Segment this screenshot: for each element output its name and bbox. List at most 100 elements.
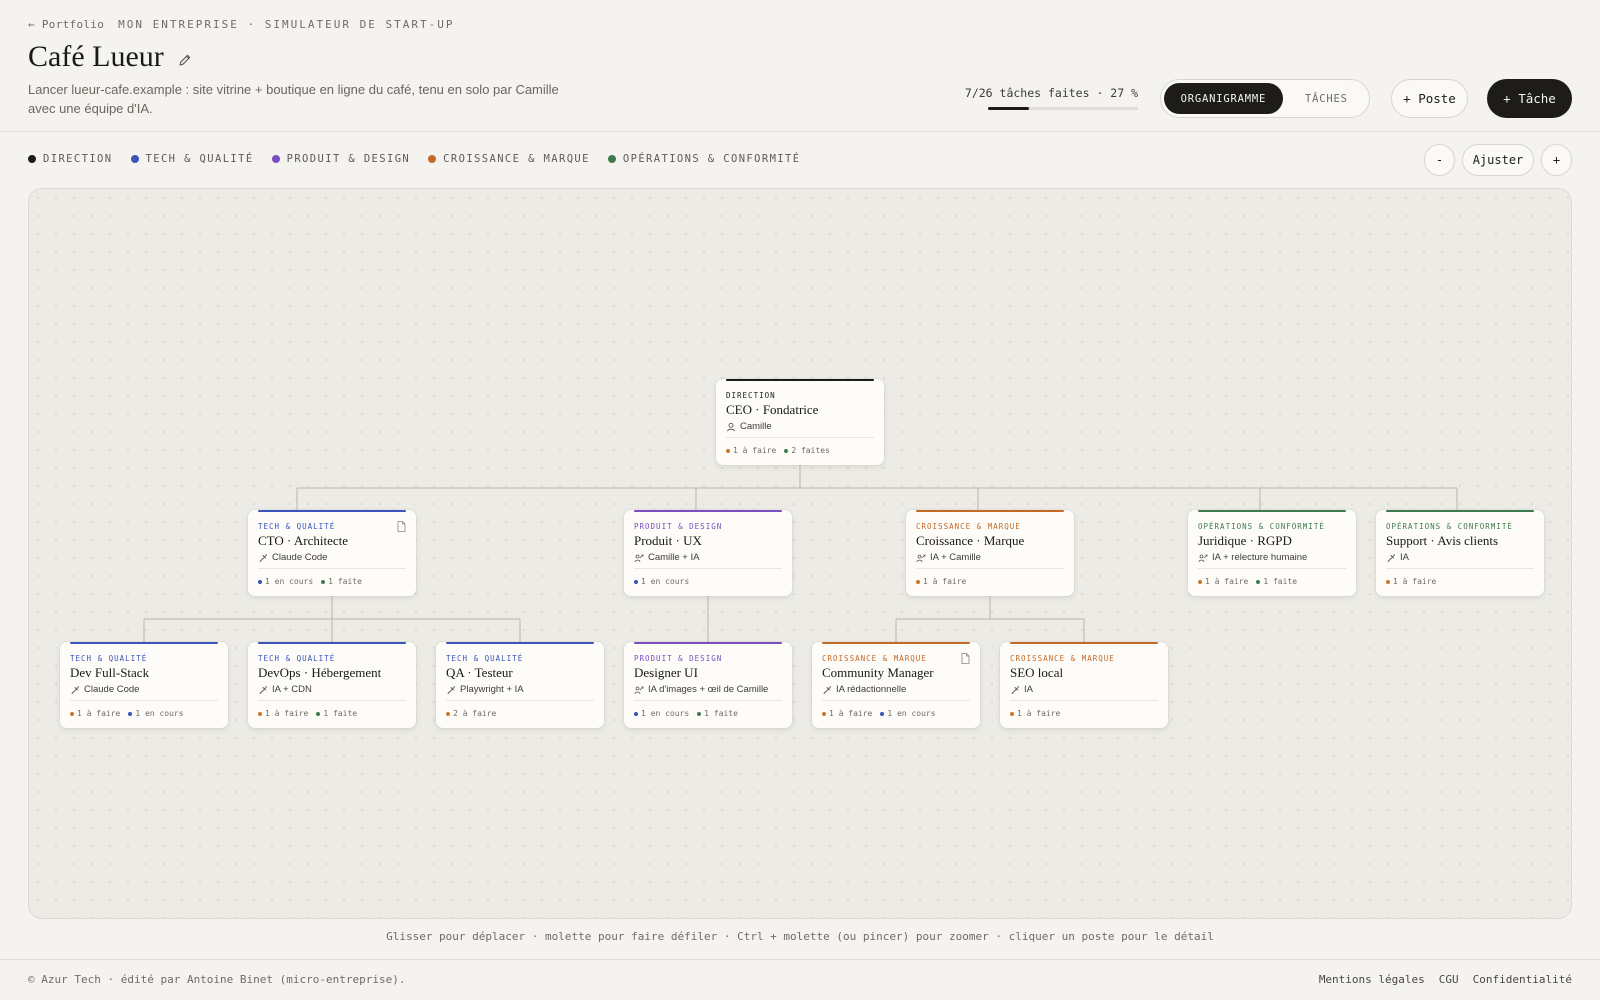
tab-taches[interactable]: TÂCHES [1287, 83, 1366, 114]
task-stat-in-progress: 1 en cours [128, 709, 184, 718]
legal-notice-link[interactable]: Mentions légales [1319, 973, 1425, 986]
add-role-button[interactable]: + Poste [1391, 79, 1468, 118]
card-department: OPÉRATIONS & CONFORMITÉ [1386, 522, 1513, 531]
card-assignee-label: IA + relecture humaine [1212, 552, 1308, 563]
footer-divider [0, 959, 1600, 960]
task-stat-todo: 1 à faire [1386, 577, 1436, 586]
status-dot [70, 711, 74, 716]
task-stat-in-progress: 1 en cours [634, 577, 689, 586]
zoom-fit-button[interactable]: Ajuster [1462, 144, 1534, 176]
task-stat-in-progress: 1 en cours [634, 709, 689, 718]
card-assignee-label: IA [1400, 552, 1409, 563]
card-accent-bar [1386, 510, 1534, 512]
add-task-button[interactable]: + Tâche [1487, 79, 1572, 118]
task-stat-in-progress: 1 en cours [880, 709, 936, 718]
status-dot [128, 711, 133, 716]
card-assignee-label: IA rédactionnelle [836, 684, 907, 695]
status-dot [258, 711, 262, 716]
card-accent-bar [70, 642, 218, 644]
card-accent-bar [1010, 642, 1158, 644]
task-stat-done: 1 faite [321, 577, 362, 586]
card-department: OPÉRATIONS & CONFORMITÉ [1198, 522, 1325, 531]
card-task-stats: 1 à faire [916, 577, 966, 586]
card-department: DIRECTION [726, 391, 776, 400]
card-task-stats: 1 à faire 1 en cours [822, 709, 936, 718]
tab-organigramme[interactable]: ORGANIGRAMME [1164, 83, 1283, 114]
org-card-cto[interactable]: TECH & QUALITÉ CTO · Architecte Claude Cod… [248, 510, 416, 596]
org-card-produit[interactable]: PRODUIT & DESIGN Produit · UX Camille + IA… [624, 510, 792, 596]
org-card-support[interactable]: OPÉRATIONS & CONFORMITÉ Support · Avis cl… [1376, 510, 1544, 596]
card-assignee-label: IA d'images + œil de Camille [648, 684, 769, 695]
legend-dot [428, 155, 437, 163]
document-icon [961, 651, 970, 664]
card-role-title: Designer UI [634, 665, 698, 680]
privacy-link[interactable]: Confidentialité [1473, 973, 1572, 986]
org-card-seo[interactable]: CROISSANCE & MARQUE SEO local IA 1 à faire [1000, 642, 1168, 728]
progress-bar [988, 107, 1138, 110]
people-icon [634, 685, 644, 695]
status-dot [1386, 579, 1390, 584]
card-assignee: Camille [726, 421, 772, 432]
status-dot [822, 711, 826, 716]
status-dot [1256, 579, 1261, 584]
legend-item-produit: PRODUIT & DESIGN [271, 153, 411, 165]
back-to-portfolio-link[interactable]: ← Portfolio [28, 18, 104, 31]
card-divider [634, 700, 782, 701]
card-accent-bar [258, 510, 406, 512]
card-accent-bar [258, 642, 406, 644]
terms-link[interactable]: CGU [1439, 973, 1459, 986]
zoom-out-button[interactable]: - [1424, 144, 1455, 176]
card-department: TECH & QUALITÉ [258, 654, 336, 663]
task-stat-in-progress: 1 en cours [258, 577, 313, 586]
card-accent-bar [446, 642, 594, 644]
card-task-stats: 1 en cours 1 faite [258, 577, 362, 586]
progress-label: 7/26 tâches faites · 27 % [964, 86, 1138, 100]
robot-icon [258, 553, 268, 563]
card-assignee-label: Playwright + IA [460, 684, 524, 695]
canvas-hint: Glisser pour déplacer · molette pour fai… [386, 930, 1214, 943]
card-assignee: IA + relecture humaine [1198, 552, 1307, 563]
org-card-qa[interactable]: TECH & QUALITÉ QA · Testeur Playwright + I… [436, 642, 604, 728]
org-chart-canvas[interactable]: DIRECTION CEO · Fondatrice Camille 1 à fair… [28, 188, 1572, 919]
org-card-ceo[interactable]: DIRECTION CEO · Fondatrice Camille 1 à fair… [716, 379, 884, 465]
card-role-title: Produit · UX [634, 533, 702, 548]
status-dot [1198, 579, 1202, 584]
legend-item-direction: DIRECTION [28, 153, 113, 165]
card-divider [258, 568, 406, 569]
card-task-stats: 1 en cours 1 faite [634, 709, 738, 718]
card-assignee: Playwright + IA [446, 684, 524, 695]
org-card-dev-full-stack[interactable]: TECH & QUALITÉ Dev Full-Stack Claude Code 1… [60, 642, 228, 728]
legend-item-croissance: CROISSANCE & MARQUE [428, 153, 590, 165]
org-card-designer[interactable]: PRODUIT & DESIGN Designer UI IA d'images +… [624, 642, 792, 728]
card-department: TECH & QUALITÉ [258, 522, 336, 531]
org-card-community-manager[interactable]: CROISSANCE & MARQUE Community Manager IA r… [812, 642, 980, 728]
card-accent-bar [1198, 510, 1346, 512]
card-role-title: Support · Avis clients [1386, 533, 1499, 548]
card-role-title: SEO local [1010, 665, 1064, 680]
legend-dot [28, 155, 36, 163]
zoom-in-button[interactable]: + [1541, 144, 1572, 176]
card-department: CROISSANCE & MARQUE [916, 522, 1021, 531]
status-dot [316, 711, 321, 716]
robot-icon [1010, 685, 1020, 695]
org-card-juridique[interactable]: OPÉRATIONS & CONFORMITÉ Juridique · RGPD I… [1188, 510, 1356, 596]
card-role-title: DevOps · Hébergement [258, 665, 382, 680]
card-assignee-label: Camille + IA [648, 552, 700, 563]
footer-copyright: © Azur Tech · édité par Antoine Binet (m… [28, 973, 406, 986]
card-department: TECH & QUALITÉ [446, 654, 524, 663]
card-accent-bar [726, 379, 874, 381]
card-divider [634, 568, 782, 569]
card-assignee-label: Camille [740, 421, 772, 432]
org-card-croissance[interactable]: CROISSANCE & MARQUE Croissance · Marque IA… [906, 510, 1074, 596]
org-card-devops[interactable]: TECH & QUALITÉ DevOps · Hébergement IA + C… [248, 642, 416, 728]
pencil-icon[interactable] [176, 51, 194, 69]
robot-icon [258, 685, 268, 695]
robot-icon [70, 685, 80, 695]
card-task-stats: 1 à faire 1 en cours [70, 709, 184, 718]
status-dot [446, 711, 450, 716]
status-dot [697, 711, 702, 716]
card-department: CROISSANCE & MARQUE [822, 654, 927, 663]
card-divider [822, 700, 970, 701]
status-dot [916, 579, 920, 584]
card-department: PRODUIT & DESIGN [634, 654, 723, 663]
